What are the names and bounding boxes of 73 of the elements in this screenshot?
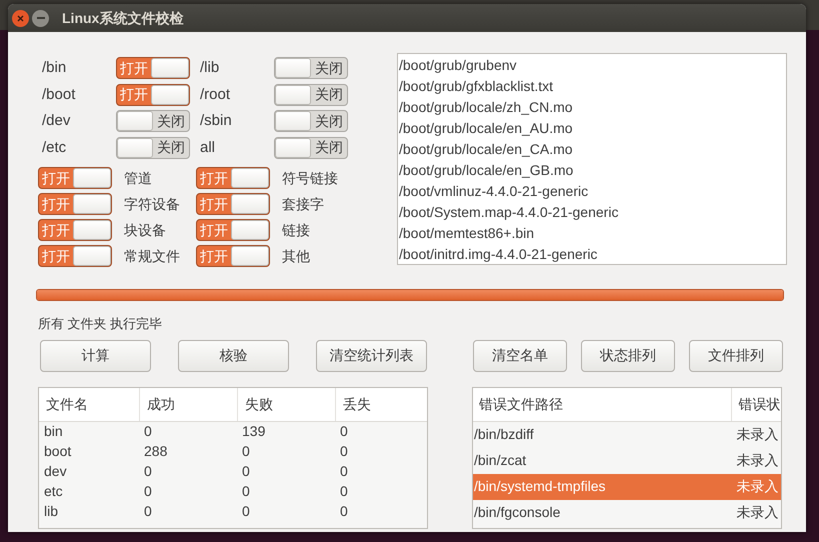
action-button[interactable]: 核验 <box>178 340 289 372</box>
table-row[interactable]: /bin/zcat 未录入 <box>473 448 781 474</box>
table-cell-text: 0 <box>241 482 251 501</box>
table-cell-text: dev <box>43 462 68 481</box>
close-icon <box>17 14 24 22</box>
folder-label: /root <box>199 84 232 104</box>
toggle-switch[interactable]: 关闭 <box>116 110 190 132</box>
toggle-switch[interactable]: 关闭 <box>116 136 190 159</box>
folder-label: /sbin <box>199 111 233 131</box>
list-item[interactable]: /boot/grub/locale/en_CA.mo <box>398 139 786 160</box>
list-item[interactable]: /boot/memtest86+.bin <box>398 223 786 244</box>
action-button[interactable]: 计算 <box>40 340 151 372</box>
window-title: Linux系统文件校检 <box>62 8 184 28</box>
type-label: 其他 <box>281 246 311 266</box>
table-cell-text: 0 <box>241 442 251 461</box>
table-cell-text: lib <box>43 502 60 521</box>
list-item[interactable]: /boot/grub/locale/en_GB.mo <box>398 160 786 181</box>
table-cell-text: bin <box>43 422 64 441</box>
toggle-switch[interactable]: 关闭 <box>274 110 348 132</box>
table-cell-text: 0 <box>339 422 349 441</box>
action-button[interactable]: 清空统计列表 <box>316 340 427 372</box>
table-cell-text: boot <box>43 442 72 461</box>
column-header[interactable]: 错误文件路径 <box>473 388 732 420</box>
action-button[interactable]: 文件排列 <box>689 340 783 372</box>
list-item[interactable]: /boot/initrd.img-4.4.0-21-generic <box>398 244 786 265</box>
minimize-button[interactable] <box>32 10 49 26</box>
close-button[interactable] <box>12 10 29 26</box>
list-item[interactable]: /boot/System.map-4.4.0-21-generic <box>398 202 786 223</box>
table-cell-text: 0 <box>143 502 153 521</box>
type-label: 套接字 <box>281 194 325 214</box>
table-cell-text: etc <box>43 482 64 501</box>
folder-label: /bin <box>41 58 68 78</box>
action-button[interactable]: 清空名单 <box>473 340 567 372</box>
type-label: 字符设备 <box>123 194 181 214</box>
list-item[interactable]: /boot/vmlinuz-4.4.0-21-generic <box>398 181 786 202</box>
minimize-icon <box>36 17 44 19</box>
table-cell-text: 0 <box>339 462 349 481</box>
folder-label: /boot <box>41 84 76 104</box>
folder-label: /etc <box>41 138 68 158</box>
table-cell-text: 0 <box>143 422 153 441</box>
table-cell-text: 0 <box>339 482 349 501</box>
table-cell-text: 288 <box>143 442 168 461</box>
list-item[interactable]: /boot/grub/locale/zh_CN.mo <box>398 97 786 118</box>
toggle-switch[interactable]: 关闭 <box>274 57 348 80</box>
table-cell-text: 0 <box>143 482 153 501</box>
action-button[interactable]: 状态排列 <box>581 340 675 372</box>
folder-label: /lib <box>199 58 220 78</box>
table-cell-text: 139 <box>241 422 266 441</box>
table-cell-text: 0 <box>241 502 251 521</box>
column-header[interactable]: 文件名 <box>39 388 139 420</box>
type-label: 块设备 <box>123 220 167 240</box>
toggle-switch[interactable]: 关闭 <box>274 136 348 159</box>
table-row[interactable]: /bin/bzdiff 未录入 <box>473 422 781 448</box>
list-item[interactable]: /boot/grub/gfxblacklist.txt <box>398 76 786 97</box>
list-item[interactable]: /boot/grub/locale/en_AU.mo <box>398 118 786 139</box>
table-cell-text: 0 <box>339 502 349 521</box>
list-item[interactable]: /boot/grub/grubenv <box>398 55 786 76</box>
table-cell-text: 0 <box>241 462 251 481</box>
status-text: 所有 文件夹 执行完毕 <box>38 315 164 333</box>
table-row[interactable]: /bin/fgconsole 未录入 <box>473 500 781 526</box>
column-header[interactable]: 错误状 <box>731 388 781 420</box>
table-cell-text: 0 <box>143 462 153 481</box>
folder-label: all <box>199 138 216 158</box>
toggle-switch[interactable]: 关闭 <box>274 84 348 106</box>
type-label: 管道 <box>123 168 153 188</box>
column-header[interactable]: 失败 <box>237 388 335 420</box>
type-label: 符号链接 <box>281 168 339 188</box>
type-label: 常规文件 <box>123 246 181 266</box>
folder-label: /dev <box>41 111 72 131</box>
column-header[interactable]: 丢失 <box>335 388 427 420</box>
column-header[interactable]: 成功 <box>139 388 237 420</box>
table-cell-text: 0 <box>339 442 349 461</box>
type-label: 链接 <box>281 220 311 240</box>
